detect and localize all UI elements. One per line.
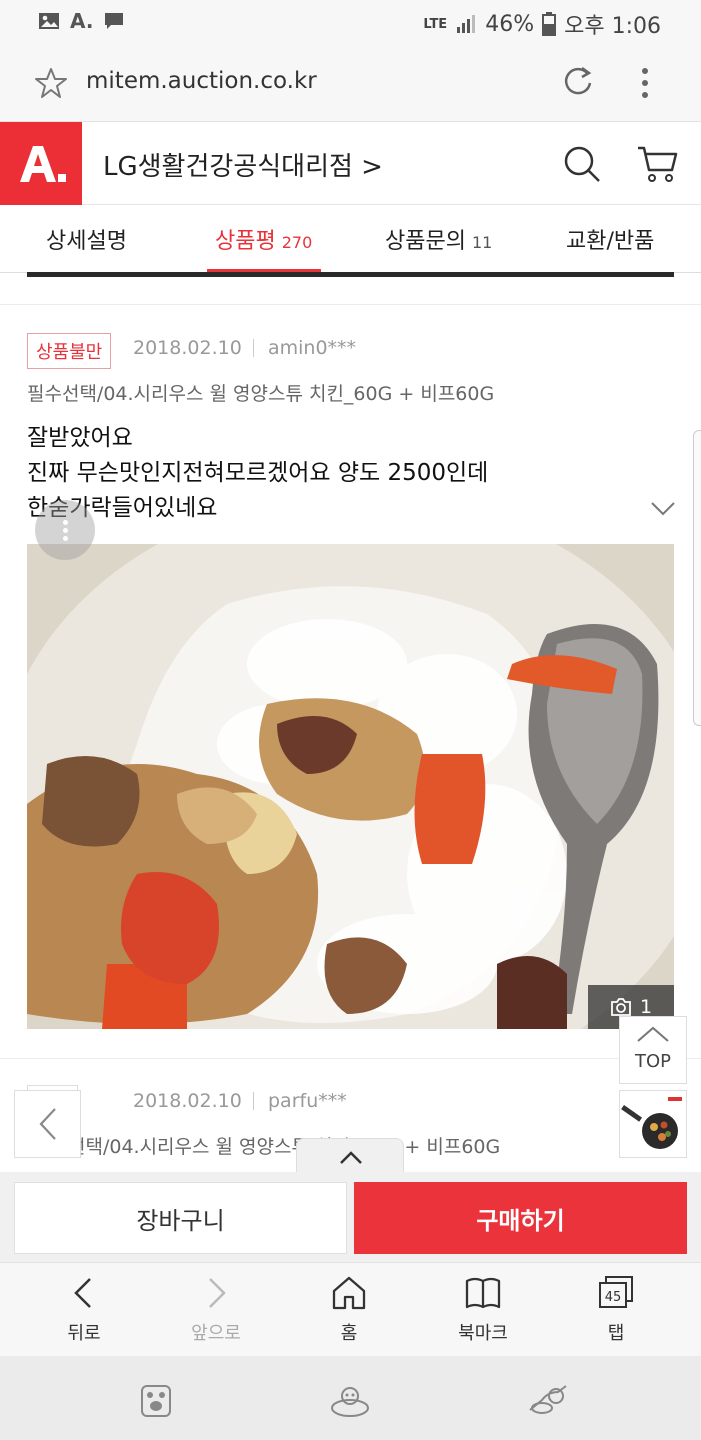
tab-label: 상세설명 (46, 229, 127, 254)
separator (253, 1092, 254, 1110)
nav-forward[interactable]: 앞으로 (156, 1273, 276, 1345)
review-rating-badge: 상품불만 (27, 333, 112, 369)
image-icon (39, 13, 59, 29)
tab-label: 교환/반품 (566, 229, 655, 254)
divider (0, 304, 701, 305)
review-photo[interactable]: 1 (27, 544, 674, 1029)
nav-label: 홈 (340, 1323, 358, 1344)
tab-exchange-return[interactable]: 교환/반품 (566, 223, 654, 255)
chevron-up-icon (637, 1026, 669, 1042)
separator (253, 339, 254, 357)
cart-icon[interactable] (636, 144, 678, 184)
nav-tabs[interactable]: 45 탭 (556, 1273, 676, 1345)
product-thumbnail-button[interactable] (619, 1090, 687, 1158)
shop-header: LG생활건강공식대리점 > (0, 122, 701, 205)
tab-count: 270 (281, 233, 313, 252)
battery-percent: 46% (485, 11, 535, 37)
tab-detail[interactable]: 상세설명 (46, 223, 127, 255)
previous-photo-edge (27, 272, 674, 277)
system-nav-strip (0, 1356, 701, 1440)
pan-thumbnail-icon (620, 1091, 686, 1157)
add-to-cart-button[interactable]: 장바구니 (14, 1182, 347, 1254)
book-icon (465, 1277, 501, 1309)
tab-reviews[interactable]: 상품평 270 (215, 223, 312, 255)
network-label: LTE (423, 16, 448, 32)
review-date: 2018.02.10 (133, 1090, 242, 1112)
nav-label: 앞으로 (191, 1323, 241, 1344)
url-text[interactable]: mitem.auction.co.kr (86, 68, 317, 94)
signal-icon (457, 15, 476, 33)
nav-label: 뒤로 (67, 1323, 101, 1344)
status-bar: A. LTE 46% 오후 1:06 (0, 0, 701, 44)
divider (0, 1058, 701, 1059)
food-photo-illustration (27, 544, 674, 1029)
top-label: TOP (634, 1051, 672, 1072)
clock: 오후 1:06 (564, 14, 661, 39)
nav-back[interactable]: 뒤로 (24, 1273, 144, 1345)
chevron-left-icon (39, 1108, 56, 1140)
review-date: 2018.02.10 (133, 337, 242, 359)
purchase-bar: 장바구니 구매하기 (0, 1172, 701, 1262)
review-text[interactable]: 잘받았어요 진짜 무슨맛인지전혀모르겠어요 양도 2500인데 한숟가락들어있네… (27, 421, 488, 526)
dog-home-icon[interactable] (328, 1380, 372, 1420)
browser-nav-bar: 뒤로 앞으로 홈 북마크 45 탭 (0, 1262, 701, 1356)
battery-icon (542, 12, 557, 36)
nav-home[interactable]: 홈 (289, 1273, 409, 1345)
chevron-left-icon (74, 1278, 91, 1308)
review-option: 선택/04.시리우스 윌 영양스튜 치킨_60G + 비프60G (68, 1136, 501, 1158)
floating-menu-button[interactable] (35, 500, 95, 560)
edge-panel-handle[interactable] (693, 430, 701, 726)
search-icon[interactable] (562, 144, 602, 184)
camera-icon (611, 998, 631, 1016)
dot (63, 520, 68, 525)
chevron-right-icon (209, 1278, 226, 1308)
browser-url-bar: mitem.auction.co.kr (0, 44, 701, 122)
more-menu-icon[interactable] (632, 64, 658, 102)
review-line: 한숟가락들어있네요 (27, 495, 218, 521)
auction-app-icon: A. (70, 9, 94, 33)
expand-panel-handle[interactable] (296, 1138, 404, 1176)
tab-count-text: 45 (605, 1290, 622, 1305)
review-option: 필수선택/04.시리우스 윌 영양스튜 치킨_60G + 비프60G (27, 383, 495, 405)
chat-icon (105, 13, 124, 29)
paw-recent-icon[interactable] (134, 1380, 178, 1420)
product-tabs: 상세설명 상품평 270 상품문의 11 교환/반품 (0, 205, 701, 273)
dog-back-icon[interactable] (526, 1380, 570, 1420)
review-line: 진짜 무슨맛인지전혀모르겠어요 양도 2500인데 (27, 460, 489, 486)
reload-icon[interactable] (560, 64, 596, 100)
buy-now-button[interactable]: 구매하기 (354, 1182, 687, 1254)
expand-chevron-icon[interactable] (650, 501, 676, 517)
home-icon (332, 1276, 366, 1310)
photo-count: 1 (639, 996, 653, 1018)
notification-icons: A. (38, 9, 125, 33)
tabs-icon: 45 (599, 1276, 633, 1308)
system-status: LTE 46% 오후 1:06 (423, 8, 661, 40)
tab-label: 상품평 (215, 229, 276, 254)
floating-back-button[interactable] (14, 1090, 81, 1158)
nav-bookmarks[interactable]: 북마크 (423, 1273, 543, 1345)
review-line: 잘받았어요 (27, 425, 133, 451)
scroll-top-button[interactable]: TOP (619, 1016, 687, 1084)
shop-name-link[interactable]: LG생활건강공식대리점 > (103, 146, 383, 183)
auction-logo[interactable] (0, 122, 82, 205)
review-user: amin0*** (268, 337, 357, 359)
chevron-up-icon (340, 1151, 362, 1164)
tab-questions[interactable]: 상품문의 11 (385, 223, 492, 255)
bookmark-star-icon[interactable] (34, 66, 68, 100)
review-user: parfu*** (268, 1090, 347, 1112)
tab-label: 상품문의 (385, 229, 466, 254)
nav-label: 북마크 (458, 1323, 508, 1344)
dot (63, 536, 68, 541)
nav-label: 탭 (607, 1323, 625, 1344)
tab-count: 11 (471, 233, 493, 252)
dot (63, 528, 68, 533)
logo-mark (20, 146, 66, 182)
